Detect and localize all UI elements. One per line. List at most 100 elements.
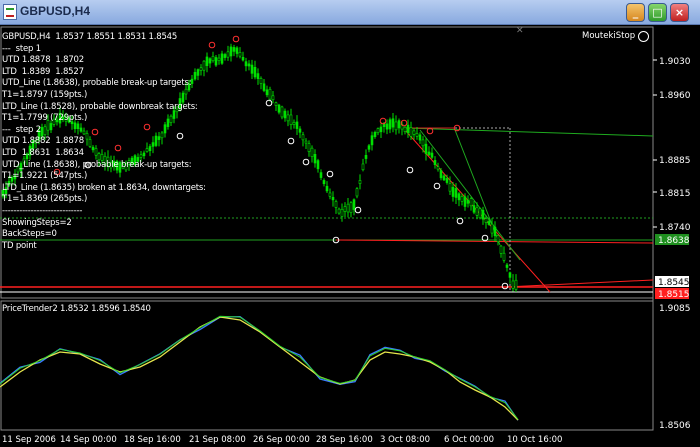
candle-body (508, 272, 512, 278)
td-point-marker (265, 99, 273, 107)
td-point-marker (379, 117, 387, 125)
td-point-marker (326, 170, 334, 178)
info-line: T1=1.8369 (265pts.) (2, 194, 88, 205)
candle-body (139, 154, 143, 158)
utd-price-box: 1.8638 (658, 236, 690, 246)
candle-body (334, 201, 338, 208)
candle-body (391, 118, 395, 128)
candle-body (151, 142, 155, 147)
candle-body (244, 61, 248, 67)
candle-body (256, 73, 260, 79)
candle-body (406, 124, 410, 134)
td-point-marker (208, 41, 216, 49)
td-point-marker (143, 123, 151, 131)
candle-body (145, 148, 149, 152)
candle-body (250, 64, 254, 74)
candle-body (448, 183, 452, 192)
candle-body (472, 205, 476, 213)
candle-body (463, 196, 467, 207)
td-point-marker (176, 132, 184, 140)
candle-body (292, 122, 296, 125)
time-label: 26 Sep 00:00 (253, 435, 310, 445)
info-line: LTD_Line (1.8528), probable downbreak ta… (2, 101, 198, 112)
info-line: UTD 1.8882 1.8878 (2, 136, 84, 147)
candle-body (490, 223, 494, 234)
time-label: 21 Sep 08:00 (189, 435, 246, 445)
candle-body (220, 53, 224, 64)
indicator-close-icon[interactable]: ✕ (516, 26, 524, 36)
candle-body (427, 151, 431, 156)
candle-body (82, 130, 86, 135)
candle-body (475, 207, 479, 216)
candle-body (505, 264, 509, 268)
time-label: 18 Sep 16:00 (124, 435, 181, 445)
candle-body (232, 47, 236, 52)
time-label: 14 Sep 00:00 (60, 435, 117, 445)
candle-body (370, 135, 374, 146)
candle-body (421, 139, 425, 147)
candle-body (199, 67, 203, 71)
candle-body (229, 46, 233, 57)
candle-body (40, 127, 44, 137)
indicator-settings-icon[interactable] (638, 31, 649, 42)
candle-body (91, 146, 95, 151)
candle-body (343, 206, 347, 212)
info-line: T1=1.8797 (159pts.) (2, 90, 88, 100)
candle-body (469, 198, 473, 207)
info-line: ShowingSteps=2 (2, 217, 72, 228)
candle-body (49, 123, 53, 131)
candle-body (394, 121, 398, 131)
candle-body (451, 186, 455, 197)
candle-body (154, 135, 158, 146)
sub-window-label: PriceTrender2 1.8532 1.8596 1.8540 (2, 304, 151, 314)
candle-body (352, 199, 356, 210)
candle-body (373, 132, 377, 137)
candle-body (499, 245, 503, 254)
info-line: ---------------------------- (2, 206, 83, 216)
candle-body (277, 104, 281, 113)
time-label: 11 Sep 2006 (2, 435, 56, 445)
candle-body (43, 126, 47, 135)
candle-body (283, 110, 287, 119)
td-point-marker (433, 182, 441, 190)
candle-body (94, 148, 98, 156)
candle-body (247, 63, 251, 67)
candle-body (439, 170, 443, 179)
candle-body (304, 140, 308, 144)
maximize-button[interactable]: □ (648, 3, 667, 22)
candle-body (238, 52, 242, 57)
candle-body (73, 122, 77, 130)
info-line: UTD 1.8878 1.8702 (2, 55, 84, 66)
bid-price-box: 1.8545 (658, 278, 690, 288)
close-button[interactable]: × (670, 3, 689, 22)
candle-body (280, 106, 284, 118)
info-line: GBPUSD,H4 1.8537 1.8551 1.8531 1.8545 (2, 32, 178, 42)
ltd-price-box: 1.8515 (658, 290, 690, 300)
price-label: 1.8815 (659, 189, 691, 199)
time-label: 28 Sep 16:00 (316, 435, 373, 445)
candle-body (364, 155, 368, 159)
candle-body (385, 123, 389, 130)
candle-body (295, 121, 299, 129)
candle-body (445, 178, 449, 183)
candle-body (142, 152, 146, 157)
candle-body (487, 221, 491, 225)
minimize-button[interactable]: _ (626, 3, 645, 22)
candle-body (325, 185, 329, 192)
price-trender-blue-line (0, 315, 519, 421)
candle-body (430, 152, 434, 158)
candle-body (433, 160, 437, 165)
candle-body (298, 128, 302, 133)
candle-body (262, 83, 266, 91)
candle-body (214, 57, 218, 66)
chart-window-icon (3, 4, 17, 20)
td-point-marker (501, 282, 509, 290)
candle-body (205, 56, 209, 67)
candle-body (493, 226, 497, 237)
info-line: T1=1.7799 (729pts.) (2, 113, 88, 124)
candle-body (289, 114, 293, 125)
sub-chart-frame (0, 300, 654, 431)
info-line: --- step 2 (2, 124, 41, 135)
td-point-marker (354, 206, 362, 214)
candle-body (460, 196, 464, 202)
